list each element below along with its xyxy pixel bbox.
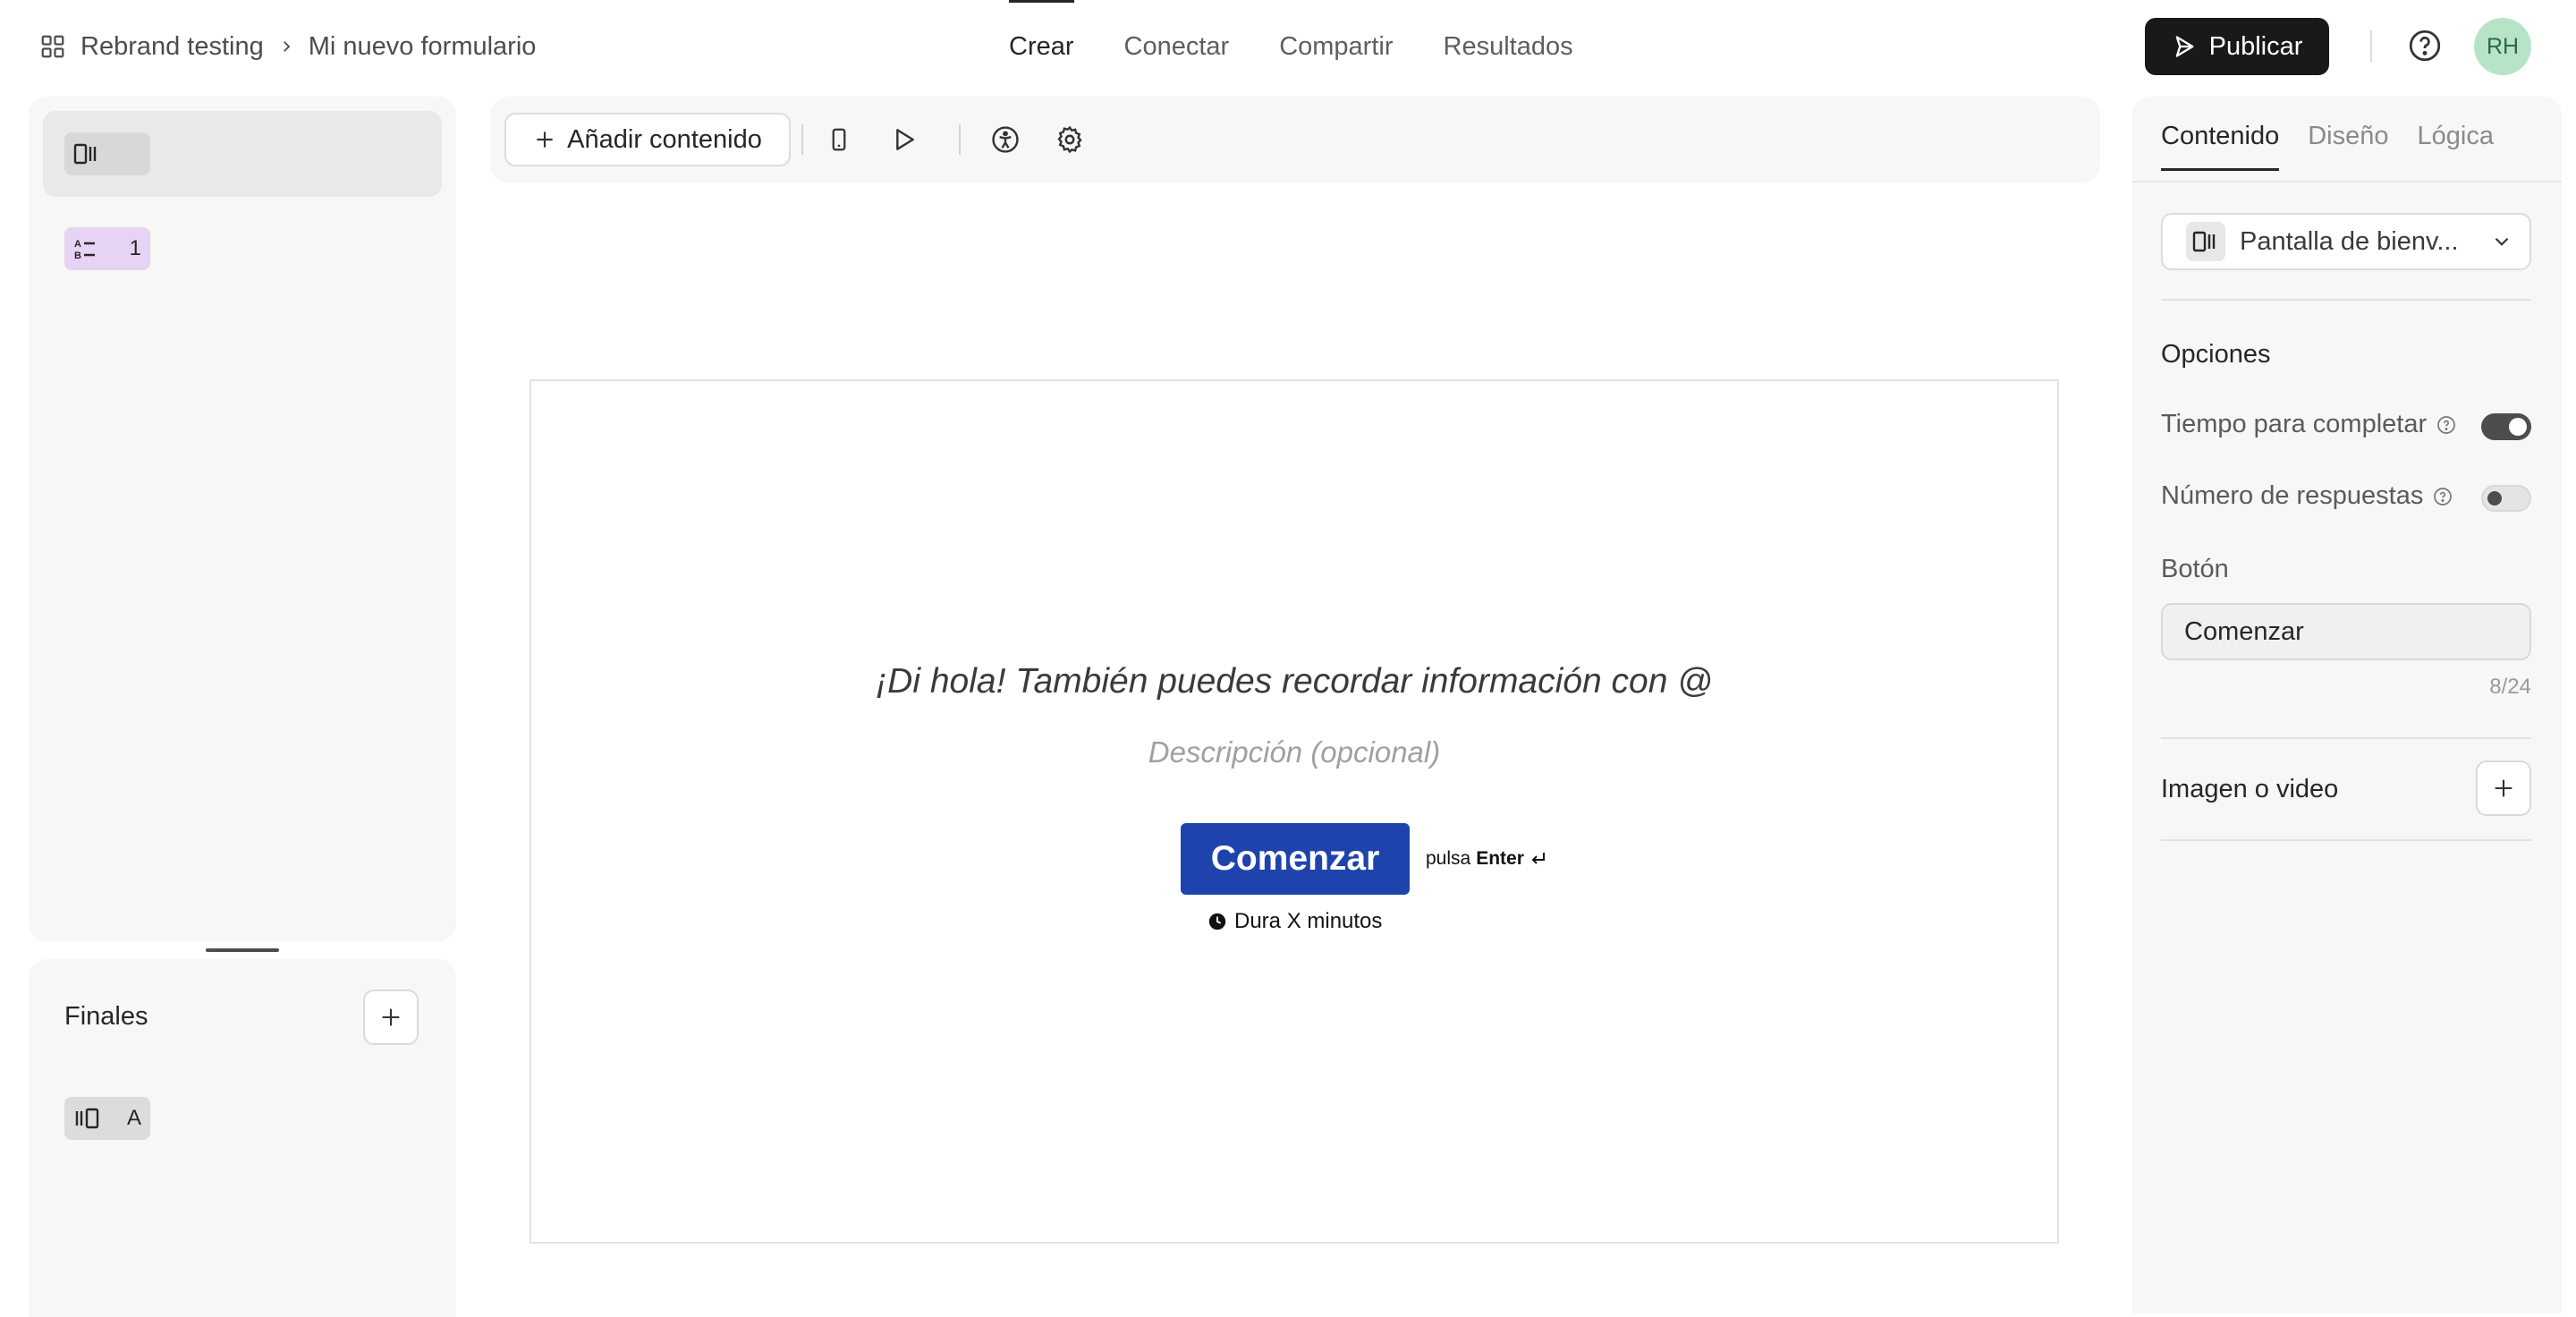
gear-icon[interactable] [1052,122,1088,157]
add-ending-button[interactable] [363,990,419,1045]
press-enter-hint: pulsa Enter [1426,848,1547,870]
tab-contenido[interactable]: Contenido [2161,122,2280,171]
avatar[interactable]: RH [2474,18,2531,75]
breadcrumb: Rebrand testing Mi nuevo formulario [39,29,536,64]
welcome-description-placeholder[interactable]: Descripción (opcional) [530,735,2059,769]
clock-icon [1208,912,1227,931]
header-divider [2370,30,2372,63]
question-item: AB 1 [64,227,150,270]
options-title: Opciones [2161,340,2271,369]
toolbar-divider [801,124,803,155]
send-icon [2172,34,2197,59]
publish-label: Publicar [2208,31,2303,61]
info-icon[interactable] [2436,414,2457,436]
section-divider [2161,737,2531,739]
tabs-divider [2132,181,2562,183]
settings-panel [2132,97,2562,1313]
svg-text:A: A [74,239,81,250]
block-type-value: Pantalla de bienv... [2240,226,2459,256]
accessibility-icon[interactable] [987,122,1023,157]
main-nav: Crear Conectar Compartir Resultados [984,0,1598,93]
info-icon[interactable] [2432,486,2453,507]
question-number: 1 [129,236,141,260]
add-media-button[interactable] [2476,760,2531,816]
tab-conectar[interactable]: Conectar [1099,0,1255,93]
block-type-select[interactable]: Pantalla de bienv... [2161,213,2531,270]
svg-text:B: B [74,251,81,261]
section-divider [2161,299,2531,301]
tab-compartir[interactable]: Compartir [1254,0,1418,93]
help-icon[interactable] [2406,27,2444,64]
option-time-to-complete: Tiempo para completar [2161,410,2457,439]
enter-key-icon [1530,851,1547,867]
tab-crear[interactable]: Crear [984,0,1099,93]
add-content-label: Añadir contenido [567,124,762,154]
welcome-screen-icon [73,141,100,166]
tab-logica[interactable]: Lógica [2418,122,2494,171]
start-button[interactable]: Comenzar [1181,823,1410,895]
welcome-title[interactable]: ¡Di hola! También puedes recordar inform… [530,662,2059,701]
settings-tabs: Contenido Diseño Lógica [2161,122,2494,171]
press-text: pulsa [1426,848,1471,869]
tab-resultados[interactable]: Resultados [1419,0,1598,93]
questions-panel [29,97,456,941]
breadcrumb-workspace[interactable]: Rebrand testing [80,32,264,62]
option-label: Número de respuestas [2161,481,2424,510]
duration-text: Dura X minutos [1234,909,1383,933]
section-divider [2161,839,2531,841]
character-counter: 8/24 [2489,675,2531,699]
chevron-down-icon [2490,230,2513,253]
media-label: Imagen o video [2161,775,2339,803]
publish-button[interactable]: Publicar [2145,18,2329,75]
duration-label: Dura X minutos [1208,909,1382,934]
ending-label: A [126,1106,141,1130]
chevron-right-icon [278,38,294,55]
option-label: Tiempo para completar [2161,410,2428,438]
button-text-input[interactable] [2161,603,2531,660]
play-preview-icon[interactable] [886,122,921,157]
breadcrumb-form-name[interactable]: Mi nuevo formulario [309,32,537,62]
endings-title: Finales [64,1002,148,1031]
panel-resize-handle[interactable] [206,948,279,952]
plus-icon [533,128,556,151]
toolbar-divider [959,124,961,155]
time-to-complete-toggle[interactable] [2481,413,2531,440]
ending-screen-icon [73,1106,100,1131]
response-count-toggle[interactable] [2481,485,2531,512]
mobile-preview-icon[interactable] [821,122,857,157]
option-response-count: Número de respuestas [2161,481,2453,511]
multiple-choice-icon: AB [73,236,104,261]
welcome-screen-icon [2186,222,2225,261]
button-section-label: Botón [2161,555,2229,583]
press-key: Enter [1476,848,1524,869]
tab-diseno[interactable]: Diseño [2308,122,2388,171]
ending-item: A [64,1097,150,1140]
plus-icon [2491,776,2516,801]
plus-icon [378,1005,403,1030]
add-content-button[interactable]: Añadir contenido [504,113,791,166]
grid-icon[interactable] [39,33,66,60]
welcome-screen-chip [64,132,150,175]
form-preview-canvas [530,379,2059,1244]
